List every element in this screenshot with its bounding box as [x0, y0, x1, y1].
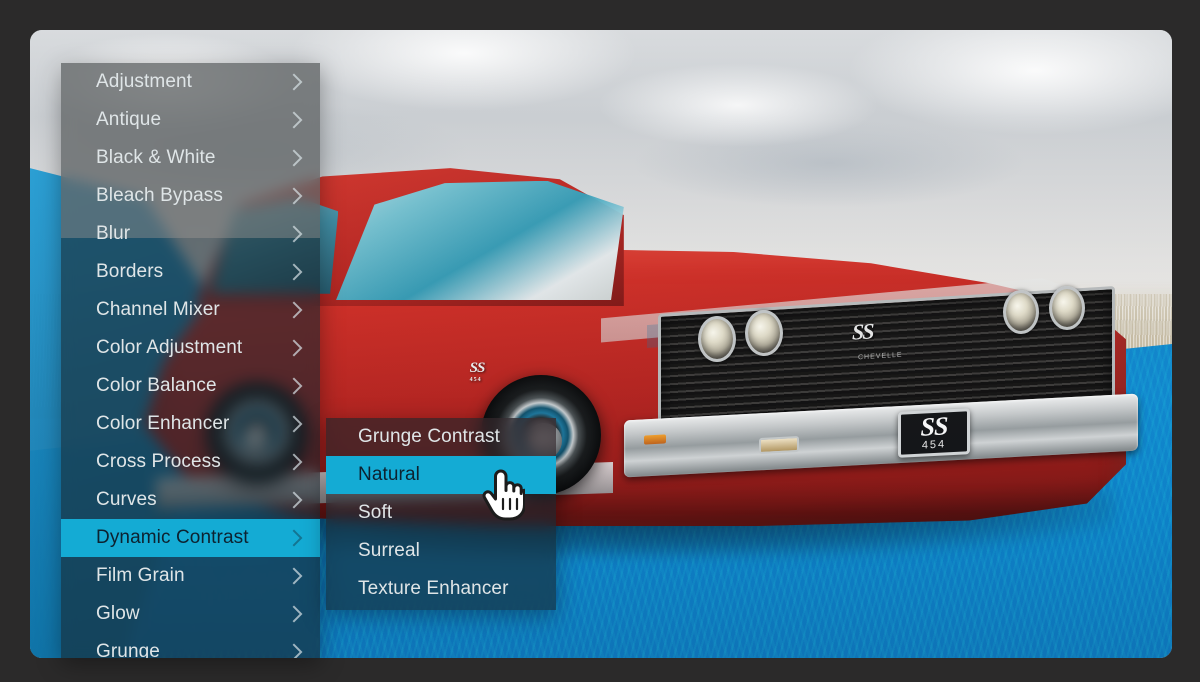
menu-item-label: Dynamic Contrast	[96, 527, 249, 548]
submenu-item-soft[interactable]: Soft	[326, 494, 556, 532]
menu-item-bleach-bypass[interactable]: Bleach Bypass	[61, 177, 320, 215]
menu-item-color-enhancer[interactable]: Color Enhancer	[61, 405, 320, 443]
menu-item-label: Film Grain	[96, 565, 185, 586]
menu-item-grunge[interactable]: Grunge	[61, 633, 320, 658]
menu-item-borders[interactable]: Borders	[61, 253, 320, 291]
menu-item-glow[interactable]: Glow	[61, 595, 320, 633]
chevron-right-icon	[285, 491, 303, 509]
menu-item-channel-mixer[interactable]: Channel Mixer	[61, 291, 320, 329]
grille-ss-badge: SS	[852, 318, 873, 345]
door-ss-badge: SS 454	[469, 359, 486, 383]
chevron-right-icon	[285, 111, 303, 129]
menu-item-label: Blur	[96, 223, 131, 244]
menu-item-label: Channel Mixer	[96, 299, 220, 320]
menu-item-blur[interactable]: Blur	[61, 215, 320, 253]
submenu-item-label: Grunge Contrast	[358, 426, 500, 447]
menu-item-label: Antique	[96, 109, 162, 130]
menu-item-color-adjustment[interactable]: Color Adjustment	[61, 329, 320, 367]
menu-item-label: Borders	[96, 261, 164, 282]
menu-item-label: Grunge	[96, 641, 160, 658]
menu-item-label: Curves	[96, 489, 157, 510]
door-ss-badge-text: SS	[469, 359, 486, 376]
chevron-right-icon	[285, 643, 303, 658]
submenu-item-natural[interactable]: Natural	[326, 456, 556, 494]
chevron-right-icon	[285, 529, 303, 547]
car-turn-signal	[644, 434, 667, 445]
menu-item-label: Cross Process	[96, 451, 221, 472]
submenu-item-label: Soft	[358, 502, 393, 523]
license-plate-subtext: 454	[921, 437, 947, 452]
menu-item-curves[interactable]: Curves	[61, 481, 320, 519]
car-fog-lamp	[758, 435, 799, 454]
submenu-item-label: Surreal	[358, 540, 420, 561]
menu-item-label: Glow	[96, 603, 140, 624]
menu-item-film-grain[interactable]: Film Grain	[61, 557, 320, 595]
chevron-right-icon	[285, 263, 303, 281]
chevron-right-icon	[285, 453, 303, 471]
menu-item-label: Adjustment	[96, 71, 193, 92]
dynamic-contrast-submenu[interactable]: Grunge Contrast Natural Soft Surreal Tex…	[326, 418, 556, 610]
menu-item-label: Color Adjustment	[96, 337, 243, 358]
chevron-right-icon	[285, 301, 303, 319]
headlight-inner-left	[698, 315, 737, 362]
menu-item-label: Bleach Bypass	[96, 185, 223, 206]
chevron-right-icon	[285, 415, 303, 433]
headlight-outer-left	[744, 310, 783, 357]
menu-item-cross-process[interactable]: Cross Process	[61, 443, 320, 481]
chevron-right-icon	[285, 73, 303, 91]
menu-item-label: Color Enhancer	[96, 413, 230, 434]
chevron-right-icon	[285, 605, 303, 623]
chevron-right-icon	[285, 567, 303, 585]
car-license-plate: SS 454	[897, 408, 970, 458]
menu-item-antique[interactable]: Antique	[61, 101, 320, 139]
chevron-right-icon	[285, 339, 303, 357]
chevron-right-icon	[285, 225, 303, 243]
submenu-item-texture-enhancer[interactable]: Texture Enhancer	[326, 570, 556, 608]
submenu-item-label: Natural	[358, 464, 420, 485]
submenu-item-grunge-contrast[interactable]: Grunge Contrast	[326, 418, 556, 456]
menu-item-dynamic-contrast[interactable]: Dynamic Contrast	[61, 519, 320, 557]
menu-item-black-and-white[interactable]: Black & White	[61, 139, 320, 177]
license-plate-text: SS	[920, 411, 948, 442]
chevron-right-icon	[285, 149, 303, 167]
menu-item-adjustment[interactable]: Adjustment	[61, 63, 320, 101]
app-window: SS CHEVELLE SS 454 SS 454 Adjustment Ant…	[0, 0, 1200, 682]
submenu-item-label: Texture Enhancer	[358, 578, 509, 599]
chevron-right-icon	[285, 377, 303, 395]
effects-menu[interactable]: Adjustment Antique Black & White Bleach …	[61, 63, 320, 658]
headlight-inner-right	[1002, 289, 1039, 334]
menu-item-label: Black & White	[96, 147, 216, 168]
headlight-outer-right	[1048, 286, 1085, 331]
menu-item-color-balance[interactable]: Color Balance	[61, 367, 320, 405]
submenu-item-surreal[interactable]: Surreal	[326, 532, 556, 570]
menu-item-label: Color Balance	[96, 375, 217, 396]
door-ss-badge-subtext: 454	[469, 376, 482, 383]
chevron-right-icon	[285, 187, 303, 205]
